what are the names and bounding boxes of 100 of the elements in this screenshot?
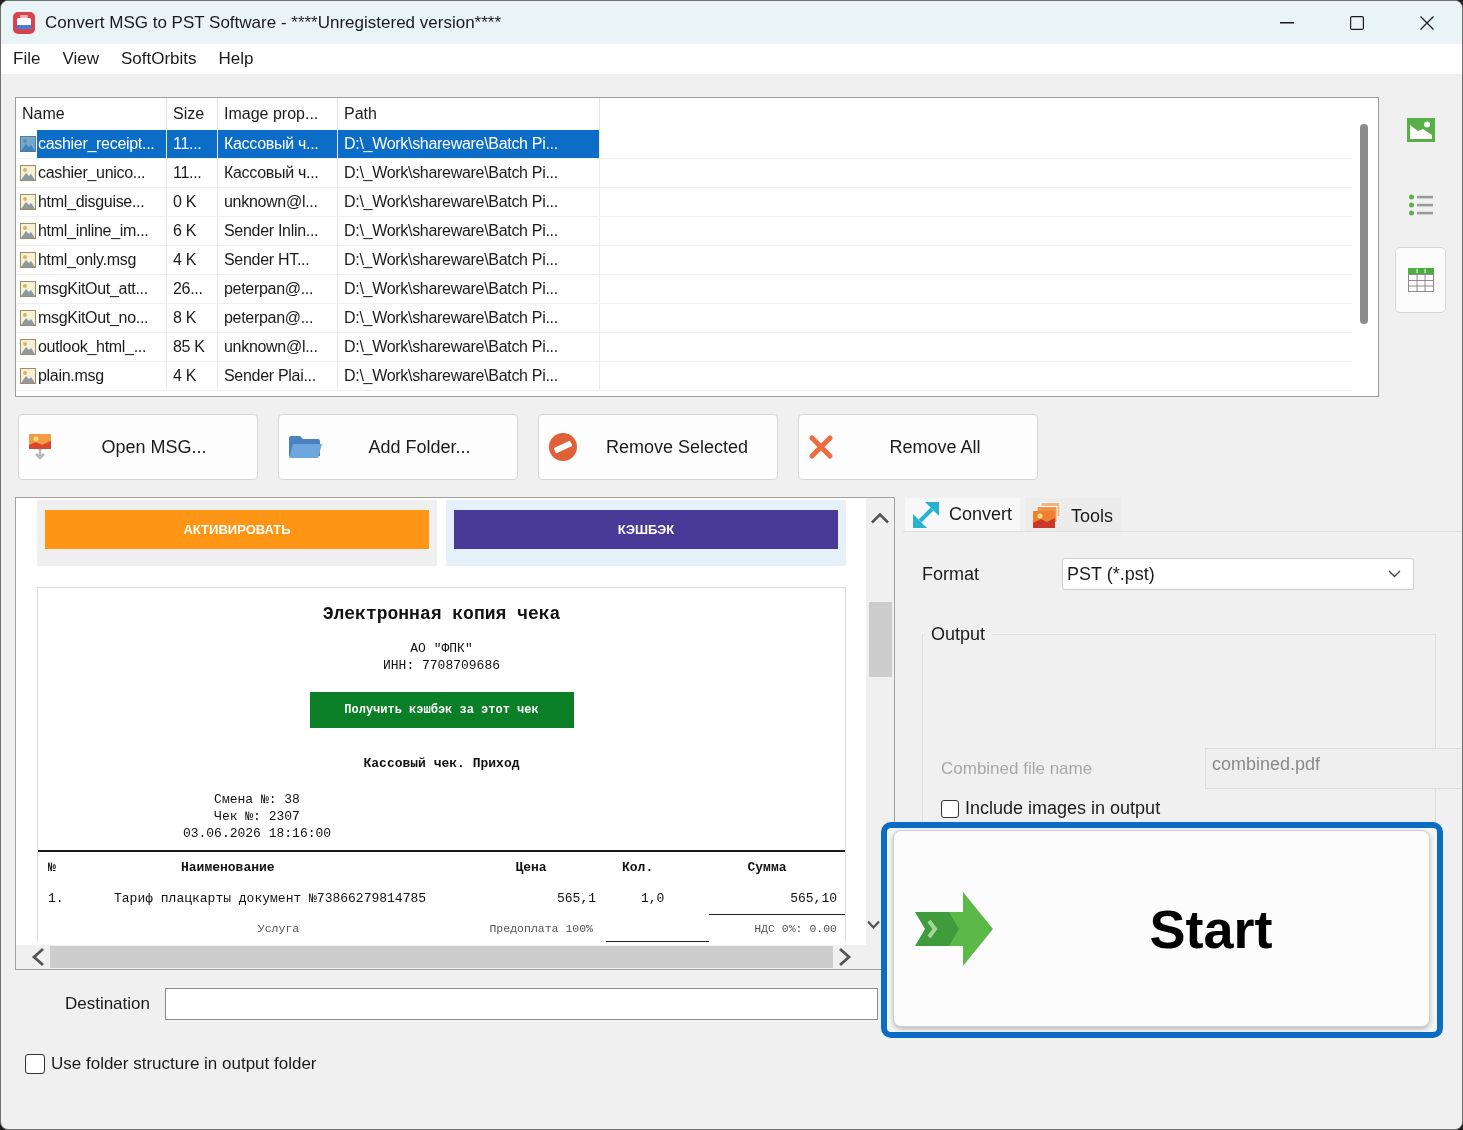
image-file-icon — [20, 136, 36, 152]
table-cell-text: cashier_unico... — [37, 163, 147, 183]
menu-item[interactable]: SoftOrbits — [109, 49, 208, 69]
cashback-button[interactable]: Получить кэшбэк за этот чек — [309, 692, 574, 728]
table-cell: D:\_Work\shareware\Batch Pi... — [338, 217, 600, 246]
table-cell: D:\_Work\shareware\Batch Pi... — [338, 275, 600, 304]
table-cell: Кассовый ч... — [218, 159, 338, 188]
add-folder-button[interactable]: Add Folder... — [278, 414, 518, 480]
chevron-left-icon[interactable] — [31, 947, 45, 967]
checkbox[interactable] — [941, 799, 959, 818]
table-cell: 1. — [48, 890, 64, 907]
receipt-detail: Смена №: 38 — [214, 791, 300, 808]
photos-icon — [1033, 501, 1062, 528]
table-cell: D:\_Work\shareware\Batch Pi... — [338, 130, 600, 159]
table-cell: 4 K — [167, 246, 218, 275]
table-cell-text: Услуга — [257, 921, 300, 937]
column-header: № — [48, 858, 56, 876]
open-button[interactable]: Open MSG... — [18, 414, 258, 480]
table-cell: unknown@l... — [218, 188, 338, 217]
field-label: Destination — [64, 994, 150, 1013]
close-icon[interactable] — [1420, 15, 1434, 30]
cross-icon — [809, 435, 833, 459]
checkbox-label: Use folder structure in output folder — [51, 1054, 317, 1074]
table-icon — [1407, 268, 1434, 292]
table-cell: D:\_Work\shareware\Batch Pi... — [338, 333, 600, 362]
table-cell-text: НДС 0%: 0.00 — [754, 921, 837, 937]
view-button[interactable] — [1395, 247, 1446, 313]
scrollbar-thumb[interactable] — [868, 602, 892, 677]
table-cell: 565,10 — [790, 889, 837, 907]
tab[interactable]: Tools — [1025, 498, 1122, 531]
image-file-icon — [20, 339, 36, 355]
chevron-down-icon[interactable] — [867, 920, 880, 929]
image-file-icon — [20, 223, 36, 239]
table-cell: cashier_receipt... — [37, 130, 166, 158]
chevron-up-icon[interactable] — [870, 512, 890, 524]
scrollbar-thumb[interactable] — [1360, 124, 1368, 324]
field-label: Format — [922, 563, 979, 584]
table-cell: 1,0 — [641, 890, 665, 907]
menu-item[interactable]: Help — [207, 49, 265, 69]
table-cell: Sender HT... — [218, 246, 338, 275]
folder-icon — [289, 436, 322, 458]
menu-item[interactable]: File — [2, 49, 52, 69]
banner-button[interactable]: КЭШБЭК — [454, 510, 838, 549]
table-cell: 6 K — [167, 217, 218, 246]
company-name: АО "ФПК" — [410, 640, 473, 657]
table-cell: D:\_Work\shareware\Batch Pi... — [338, 304, 600, 333]
minimize-icon[interactable] — [1280, 21, 1294, 24]
maximize-icon[interactable] — [1350, 15, 1364, 30]
image-file-icon — [20, 252, 36, 268]
scrollbar-thumb[interactable] — [50, 946, 833, 968]
receipt-detail: Чек №: 2307 — [214, 808, 300, 825]
table-cell: Sender Inlin... — [218, 217, 338, 246]
table-cell: 8 K — [167, 304, 218, 333]
image-file-icon — [20, 310, 36, 326]
arrow-icon — [915, 891, 993, 966]
image-file-icon — [20, 281, 36, 297]
image-file-icon — [20, 165, 36, 181]
start-button[interactable]: Start — [893, 830, 1430, 1027]
table-cell: Кассовый ч... — [218, 130, 338, 159]
table-cell: peterpan@... — [218, 275, 338, 304]
remove-all-button[interactable]: Remove All — [798, 414, 1038, 480]
chevron-right-icon[interactable] — [838, 947, 852, 967]
table-cell: 0 K — [167, 188, 218, 217]
table-cell-text: msgKitOut_no... — [37, 308, 150, 328]
table-cell-text: html_inline_im... — [37, 221, 150, 241]
app-icon — [13, 11, 35, 34]
table-cell: D:\_Work\shareware\Batch Pi... — [338, 246, 600, 275]
table-cell: 26... — [167, 275, 218, 304]
destination-field[interactable] — [165, 988, 878, 1020]
format-dropdown[interactable]: PST (*.pst) — [1062, 558, 1414, 590]
checkbox[interactable] — [25, 1054, 45, 1074]
menu-item[interactable]: View — [51, 49, 110, 69]
tab[interactable]: Convert — [905, 498, 1021, 531]
table-cell-text: html_disguise... — [37, 192, 146, 212]
table-cell: D:\_Work\shareware\Batch Pi... — [338, 362, 600, 391]
table-cell: 11... — [167, 130, 218, 159]
table-cell: D:\_Work\shareware\Batch Pi... — [338, 188, 600, 217]
table-cell: Тариф плацкарты документ №73866279814785 — [114, 890, 427, 907]
column-header: Цена — [515, 858, 547, 876]
table-cell-text: plain.msg — [37, 366, 105, 386]
receipt-title: Электронная копия чека — [322, 604, 561, 624]
table-cell: 4 K — [167, 362, 218, 391]
double-arrow-icon — [913, 501, 939, 528]
image-file-icon — [20, 368, 36, 384]
table-cell-text: outlook_html_... — [37, 337, 148, 357]
list-icon — [1408, 194, 1433, 216]
window-title: Convert MSG to PST Software - ****Unregistered version**** — [45, 12, 502, 33]
chevron-down-icon — [1388, 570, 1401, 578]
table-cell: Sender Plai... — [218, 362, 338, 391]
group-label: Output — [930, 623, 987, 645]
remove-selected-button[interactable]: Remove Selected — [538, 414, 778, 480]
table-cell: D:\_Work\shareware\Batch Pi... — [338, 159, 600, 188]
table-cell-text: html_only.msg — [37, 250, 138, 270]
receipt-type: Кассовый чек. Приход — [363, 755, 520, 772]
field-label: Combined file name — [941, 758, 1093, 778]
table-cell: 11... — [167, 159, 218, 188]
receipt-detail: 03.06.2026 18:16:00 — [182, 825, 332, 842]
checkbox-label: Include images in output — [965, 798, 1161, 819]
picture-arrow-icon — [29, 434, 51, 460]
column-header: Наименование — [181, 858, 275, 876]
